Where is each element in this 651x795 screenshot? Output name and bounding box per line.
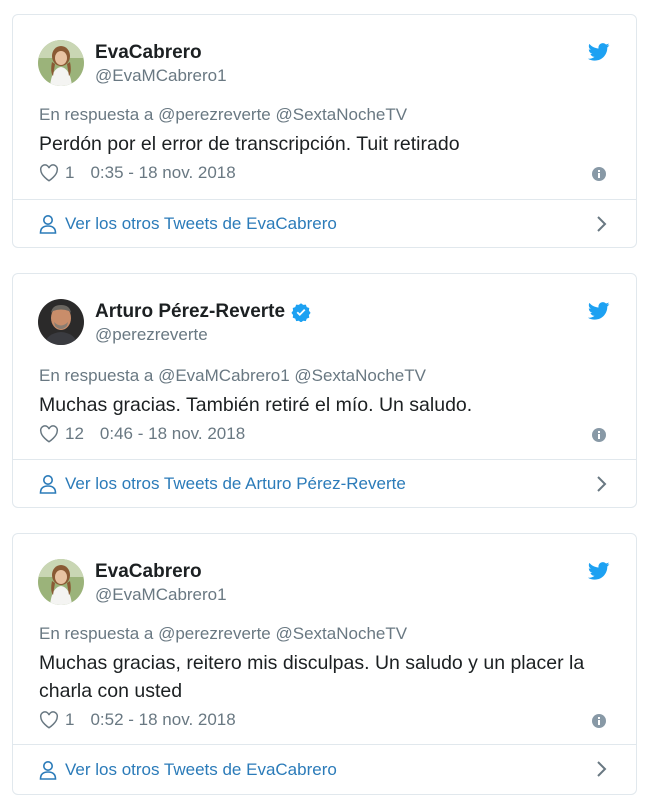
tweet-card: EvaCabrero @EvaMCabrero1 En respuesta a … (12, 533, 637, 795)
timestamp[interactable]: 0:35 - 18 nov. 2018 (90, 163, 235, 183)
view-more-tweets-label[interactable]: Ver los otros Tweets de EvaCabrero (65, 214, 337, 234)
like-count[interactable]: 1 (65, 710, 74, 730)
chevron-right-icon[interactable] (596, 475, 608, 493)
user-handle[interactable]: @perezreverte (95, 325, 208, 345)
view-more-tweets-label[interactable]: Ver los otros Tweets de Arturo Pérez-Rev… (65, 474, 406, 494)
like-count[interactable]: 12 (65, 424, 84, 444)
person-icon (39, 760, 57, 780)
reply-context[interactable]: En respuesta a @EvaMCabrero1 @SextaNoche… (39, 366, 426, 386)
timestamp[interactable]: 0:52 - 18 nov. 2018 (90, 710, 235, 730)
timestamp[interactable]: 0:46 - 18 nov. 2018 (100, 424, 245, 444)
like-count[interactable]: 1 (65, 163, 74, 183)
info-icon[interactable] (592, 167, 606, 181)
display-name[interactable]: EvaCabrero (95, 561, 202, 583)
tweet-text: Muchas gracias, reitero mis disculpas. U… (39, 652, 585, 702)
tweet-card: EvaCabrero @EvaMCabrero1 En respuesta a … (12, 14, 637, 248)
view-more-tweets-link[interactable]: Ver los otros Tweets de EvaCabrero (13, 744, 636, 794)
twitter-bird-icon[interactable] (588, 562, 610, 580)
person-icon (39, 474, 57, 494)
avatar[interactable] (38, 299, 84, 345)
tweet-text: Perdón por el error de transcripción. Tu… (39, 133, 460, 155)
avatar[interactable] (38, 559, 84, 605)
tweet-text: Muchas gracias. También retiré el mío. U… (39, 394, 473, 416)
info-icon[interactable] (592, 714, 606, 728)
tweet-meta: 12 0:46 - 18 nov. 2018 (39, 424, 245, 444)
display-name[interactable]: EvaCabrero (95, 42, 202, 64)
twitter-bird-icon[interactable] (588, 43, 610, 61)
tweet-meta: 1 0:52 - 18 nov. 2018 (39, 710, 236, 730)
heart-icon[interactable] (39, 164, 59, 182)
reply-context[interactable]: En respuesta a @perezreverte @SextaNoche… (39, 624, 407, 644)
verified-badge-icon (291, 303, 311, 322)
info-icon[interactable] (592, 428, 606, 442)
chevron-right-icon[interactable] (596, 215, 608, 233)
heart-icon[interactable] (39, 425, 59, 443)
display-name[interactable]: Arturo Pérez-Reverte (95, 301, 285, 323)
view-more-tweets-link[interactable]: Ver los otros Tweets de Arturo Pérez-Rev… (13, 459, 636, 507)
person-icon (39, 214, 57, 234)
heart-icon[interactable] (39, 711, 59, 729)
tweet-card: Arturo Pérez-Reverte @perezreverte En re… (12, 273, 637, 508)
chevron-right-icon[interactable] (596, 760, 608, 778)
tweet-meta: 1 0:35 - 18 nov. 2018 (39, 163, 236, 183)
reply-context[interactable]: En respuesta a @perezreverte @SextaNoche… (39, 105, 407, 125)
view-more-tweets-link[interactable]: Ver los otros Tweets de EvaCabrero (13, 199, 636, 247)
user-handle[interactable]: @EvaMCabrero1 (95, 66, 227, 86)
display-name-row[interactable]: Arturo Pérez-Reverte (95, 301, 311, 323)
twitter-bird-icon[interactable] (588, 302, 610, 320)
view-more-tweets-label[interactable]: Ver los otros Tweets de EvaCabrero (65, 760, 337, 780)
user-handle[interactable]: @EvaMCabrero1 (95, 585, 227, 605)
display-name-row[interactable]: EvaCabrero (95, 42, 202, 64)
avatar[interactable] (38, 40, 84, 86)
display-name-row[interactable]: EvaCabrero (95, 561, 202, 583)
